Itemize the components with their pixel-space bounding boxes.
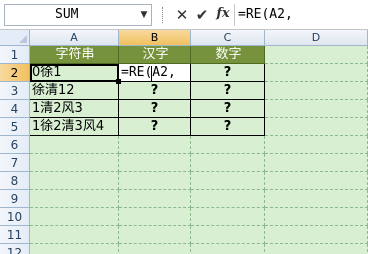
cell-a4[interactable]: 1清2风3 — [30, 100, 119, 118]
cell-c12[interactable] — [191, 244, 265, 254]
cancel-button[interactable]: ✕ — [172, 6, 192, 24]
cell-b4[interactable]: ? — [119, 100, 191, 118]
cell-d11[interactable] — [265, 226, 368, 244]
formula-input[interactable]: =RE(A2, — [238, 4, 368, 26]
fill-handle[interactable] — [116, 79, 121, 84]
row-header-1[interactable]: 1 — [0, 46, 30, 64]
chevron-down-icon[interactable]: ▼ — [136, 4, 152, 26]
table-header-chinese[interactable]: 汉字 — [119, 46, 191, 64]
cell-c3[interactable]: ? — [191, 82, 265, 100]
cell-d3[interactable] — [265, 82, 368, 100]
text-cursor — [151, 66, 152, 82]
cell-a8[interactable] — [30, 172, 119, 190]
cell-b8[interactable] — [119, 172, 191, 190]
cell-b7[interactable] — [119, 154, 191, 172]
cell-c11[interactable] — [191, 226, 265, 244]
column-header-a[interactable]: A — [30, 30, 119, 46]
cell-b10[interactable] — [119, 208, 191, 226]
row-header-12[interactable]: 12 — [0, 244, 30, 254]
cell-d10[interactable] — [265, 208, 368, 226]
cell-c10[interactable] — [191, 208, 265, 226]
cell-b11[interactable] — [119, 226, 191, 244]
cell-a3[interactable]: 徐清12 — [30, 82, 119, 100]
column-header-c[interactable]: C — [191, 30, 265, 46]
cell-d7[interactable] — [265, 154, 368, 172]
cell-c2[interactable]: ? — [191, 64, 265, 82]
cell-b2-editing[interactable]: =RE(A2, — [119, 64, 191, 82]
insert-function-button[interactable]: fx — [213, 6, 233, 24]
cell-c8[interactable] — [191, 172, 265, 190]
row-header-6[interactable]: 6 — [0, 136, 30, 154]
cell-d4[interactable] — [265, 100, 368, 118]
cell-b6[interactable] — [119, 136, 191, 154]
cell-a2[interactable]: 0徐1 — [30, 64, 119, 82]
row-header-11[interactable]: 11 — [0, 226, 30, 244]
row-header-2[interactable]: 2 — [0, 64, 30, 82]
column-header-d[interactable]: D — [265, 30, 368, 46]
cell-d2[interactable] — [265, 64, 368, 82]
cell-a9[interactable] — [30, 190, 119, 208]
cell-a10[interactable] — [30, 208, 119, 226]
cell-c9[interactable] — [191, 190, 265, 208]
select-all-icon — [19, 35, 27, 43]
cell-b3[interactable]: ? — [119, 82, 191, 100]
cell-c6[interactable] — [191, 136, 265, 154]
cell-d8[interactable] — [265, 172, 368, 190]
row-header-3[interactable]: 3 — [0, 82, 30, 100]
cell-a11[interactable] — [30, 226, 119, 244]
row-header-4[interactable]: 4 — [0, 100, 30, 118]
column-header-b[interactable]: B — [119, 30, 191, 46]
row-header-9[interactable]: 9 — [0, 190, 30, 208]
row-header-7[interactable]: 7 — [0, 154, 30, 172]
cell-d6[interactable] — [265, 136, 368, 154]
select-all-button[interactable] — [0, 30, 30, 46]
table-header-string[interactable]: 字符串 — [30, 46, 119, 64]
table-header-number[interactable]: 数字 — [191, 46, 265, 64]
name-box[interactable]: SUM — [4, 4, 152, 26]
cell-c5[interactable]: ? — [191, 118, 265, 136]
cell-a6[interactable] — [30, 136, 119, 154]
cell-b9[interactable] — [119, 190, 191, 208]
cell-b12[interactable] — [119, 244, 191, 254]
cell-d9[interactable] — [265, 190, 368, 208]
cell-c7[interactable] — [191, 154, 265, 172]
cell-a5[interactable]: 1徐2清3风4 — [30, 118, 119, 136]
row-header-8[interactable]: 8 — [0, 172, 30, 190]
cell-c4[interactable]: ? — [191, 100, 265, 118]
cell-a7[interactable] — [30, 154, 119, 172]
cell-d5[interactable] — [265, 118, 368, 136]
grip-handle[interactable] — [162, 7, 165, 23]
formula-bar: SUM ▼ ✕ ✔ fx =RE(A2, — [0, 0, 368, 30]
enter-button[interactable]: ✔ — [192, 6, 212, 24]
cell-a12[interactable] — [30, 244, 119, 254]
row-header-5[interactable]: 5 — [0, 118, 30, 136]
row-header-10[interactable]: 10 — [0, 208, 30, 226]
divider — [234, 4, 235, 26]
cell-d1[interactable] — [265, 46, 368, 64]
cell-d12[interactable] — [265, 244, 368, 254]
cell-b5[interactable]: ? — [119, 118, 191, 136]
